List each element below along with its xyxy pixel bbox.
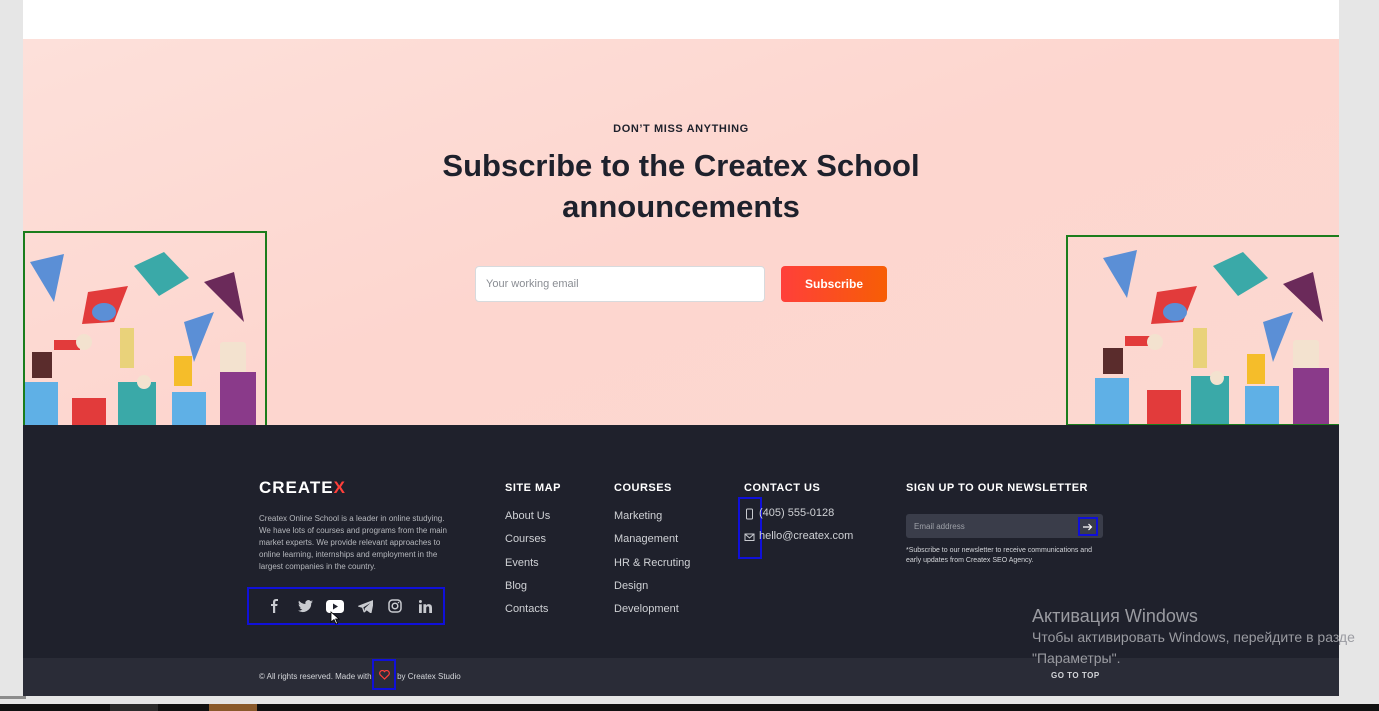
graduation-illustration-left [23,231,267,435]
heart-icon [378,669,390,680]
newsletter-submit-button[interactable] [1078,517,1098,536]
taskbar-tab[interactable] [110,704,158,711]
newsletter-title: SIGN UP TO OUR NEWSLETTER [906,482,1088,494]
copyright: © All rights reserved. Made with by Crea… [259,672,461,681]
subscribe-button[interactable]: Subscribe [781,266,887,302]
contact-icons [738,497,762,559]
logo-text: CREATE [259,478,334,497]
copyright-suffix: by Createx Studio [397,672,461,681]
taskbar-tab-active[interactable] [209,704,257,711]
contact-email[interactable]: hello@createx.com [759,530,853,542]
sitemap-link[interactable]: Events [505,552,550,575]
instagram-icon[interactable] [380,591,410,621]
sitemap-list: About Us Courses Events Blog Contacts [505,505,550,621]
course-link[interactable]: Development [614,598,690,621]
course-link[interactable]: HR & Recruting [614,552,690,575]
mouse-cursor-icon [330,611,341,625]
contact-title: CONTACT US [744,482,821,494]
sitemap-link[interactable]: Blog [505,575,550,598]
contact-phone[interactable]: (405) 555-0128 [759,507,834,519]
linkedin-icon[interactable] [410,591,440,621]
twitter-icon[interactable] [290,591,320,621]
page: DON’T MISS ANYTHING Subscribe to the Cre… [23,0,1339,696]
newsletter-email-input[interactable] [906,514,1103,538]
sitemap-title: SITE MAP [505,482,561,494]
taskbar [0,704,1379,711]
hero-title: Subscribe to the Createx School announce… [442,148,920,224]
course-link[interactable]: Management [614,528,690,551]
sitemap-link[interactable]: Contacts [505,598,550,621]
subscribe-hero: DON’T MISS ANYTHING Subscribe to the Cre… [23,39,1339,435]
windows-activation-watermark: Активация Windows Чтобы активировать Win… [1032,605,1355,669]
sitemap-link[interactable]: About Us [505,505,550,528]
newsletter-note: *Subscribe to our newsletter to receive … [906,547,1092,564]
working-email-input[interactable] [475,266,765,302]
heart-icon-box [372,659,396,690]
graduation-illustration-right [1066,235,1339,426]
social-links [247,587,445,625]
telegram-icon[interactable] [350,591,380,621]
courses-list: Marketing Management HR & Recruting Desi… [614,505,690,621]
arrow-right-icon [1083,523,1093,530]
top-strip [23,0,1339,39]
phone-icon [746,508,753,520]
courses-title: COURSES [614,482,672,494]
sitemap-link[interactable]: Courses [505,528,550,551]
watermark-line-2: "Параметры". [1032,650,1121,666]
facebook-icon[interactable] [260,591,290,621]
logo-accent: X [333,478,346,497]
mail-icon [744,533,755,541]
go-to-top-link[interactable]: GO TO TOP [1051,671,1100,680]
watermark-line-1: Чтобы активировать Windows, перейдите в … [1032,629,1355,645]
course-link[interactable]: Marketing [614,505,690,528]
about-text: Createx Online School is a leader in onl… [259,514,447,571]
watermark-title: Активация Windows [1032,606,1198,626]
horizontal-scrollbar[interactable] [0,696,26,699]
createx-logo[interactable]: CREATEX [259,478,346,498]
hero-eyebrow: DON’T MISS ANYTHING [613,123,749,135]
copyright-prefix: © All rights reserved. Made with [259,672,372,681]
course-link[interactable]: Design [614,575,690,598]
